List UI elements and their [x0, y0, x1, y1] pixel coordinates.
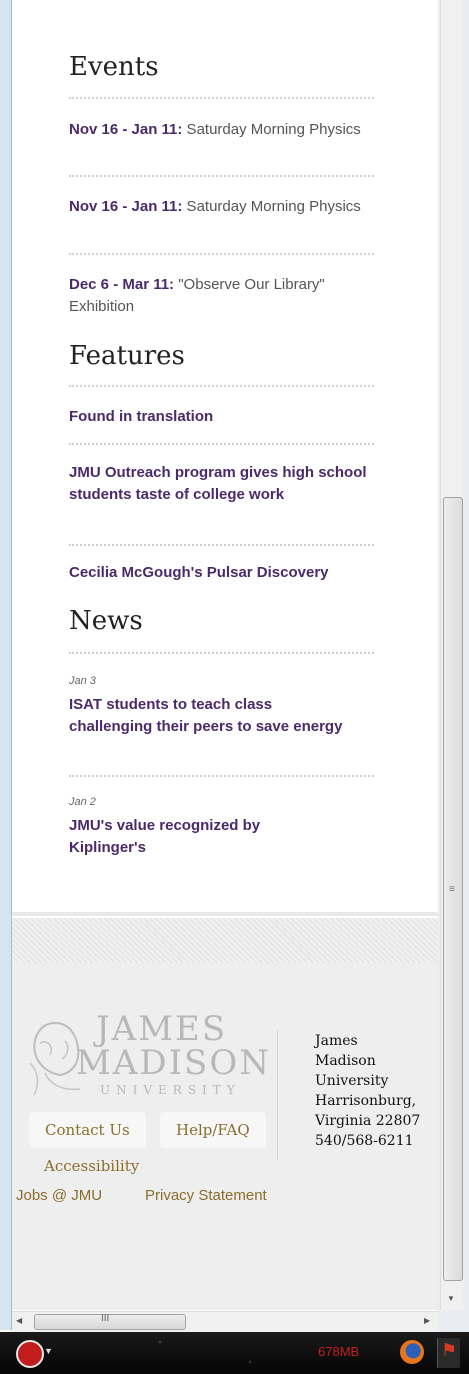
contact-us-link[interactable]: Contact Us — [29, 1112, 146, 1148]
event-item[interactable]: Dec 6 - Mar 11: "Observe Our Library" Ex… — [69, 274, 379, 318]
scroll-right-arrow-icon[interactable]: ▶ — [424, 1316, 430, 1325]
jobs-link[interactable]: Jobs @ JMU — [16, 1187, 102, 1204]
divider — [69, 443, 374, 445]
flag-icon[interactable]: ⚑ — [441, 1340, 457, 1361]
address-line: Madison — [315, 1053, 376, 1069]
stop-icon[interactable] — [16, 1340, 44, 1368]
divider — [69, 175, 374, 177]
content-bottom-edge — [12, 912, 438, 916]
divider — [69, 544, 374, 546]
logo-university: UNIVERSITY — [100, 1083, 241, 1097]
event-date: Nov 16 - Jan 11: — [69, 198, 183, 215]
accessibility-link[interactable]: Accessibility — [44, 1157, 139, 1175]
scroll-grip-icon: ≡ — [449, 884, 455, 895]
feature-link[interactable]: Cecilia McGough's Pulsar Discovery — [69, 562, 389, 584]
address-line: University — [315, 1073, 389, 1089]
taskbar: ▼ 678MB ⚑ — [0, 1332, 469, 1374]
horizontal-scroll-thumb[interactable]: III — [34, 1313, 186, 1330]
memory-usage-readout: 678MB — [318, 1344, 360, 1359]
address-line: Harrisonburg, — [315, 1093, 417, 1109]
feature-link[interactable]: Found in translation — [69, 406, 379, 428]
features-heading: Features — [69, 341, 185, 371]
news-date: Jan 2 — [69, 796, 96, 808]
vertical-scroll-thumb[interactable]: ≡ — [443, 497, 463, 1281]
chevron-down-icon[interactable]: ▼ — [44, 1346, 53, 1356]
events-heading: Events — [69, 52, 159, 82]
divider — [69, 97, 374, 99]
divider — [69, 253, 374, 255]
event-item[interactable]: Nov 16 - Jan 11: Saturday Morning Physic… — [69, 119, 379, 141]
news-date: Jan 3 — [69, 675, 96, 687]
event-item[interactable]: Nov 16 - Jan 11: Saturday Morning Physic… — [69, 196, 379, 218]
address-line: 540/568-6211 — [315, 1133, 414, 1149]
page-content: Events Nov 16 - Jan 11: Saturday Morning… — [12, 0, 438, 1310]
help-faq-link[interactable]: Help/FAQ — [160, 1112, 266, 1148]
window-frame-left — [0, 0, 12, 1330]
event-date: Dec 6 - Mar 11: — [69, 276, 175, 293]
divider — [69, 775, 374, 777]
footer: JAMES MADISON UNIVERSITY James Madison U… — [12, 963, 438, 1310]
divider — [69, 385, 374, 387]
horizontal-scrollbar[interactable]: ◀ III ▶ — [12, 1311, 438, 1332]
footer-texture-band — [12, 918, 438, 963]
divider — [69, 652, 374, 654]
address-line: James — [315, 1033, 358, 1049]
event-title: Saturday Morning Physics — [182, 121, 361, 138]
scroll-down-arrow-icon[interactable]: ▼ — [447, 1294, 455, 1303]
event-title: Saturday Morning Physics — [182, 198, 361, 215]
event-date: Nov 16 - Jan 11: — [69, 121, 183, 138]
footer-divider — [277, 1030, 278, 1160]
scroll-left-arrow-icon[interactable]: ◀ — [16, 1316, 22, 1325]
jmu-logo[interactable]: JAMES MADISON UNIVERSITY — [20, 1003, 269, 1113]
news-link[interactable]: ISAT students to teach class challenging… — [69, 694, 344, 738]
news-heading: News — [69, 606, 143, 636]
address-line: Virginia 22807 — [315, 1113, 421, 1129]
logo-madison: MADISON — [76, 1043, 271, 1083]
news-link[interactable]: JMU's value recognized by Kiplinger's — [69, 815, 319, 859]
firefox-icon[interactable] — [400, 1340, 424, 1364]
vertical-scrollbar[interactable]: ≡ ▼ — [440, 0, 463, 1310]
feature-link[interactable]: JMU Outreach program gives high school s… — [69, 462, 369, 506]
privacy-statement-link[interactable]: Privacy Statement — [145, 1187, 267, 1204]
scroll-grip-icon: III — [101, 1313, 110, 1324]
address-block: James Madison University Harrisonburg, V… — [315, 1031, 438, 1151]
